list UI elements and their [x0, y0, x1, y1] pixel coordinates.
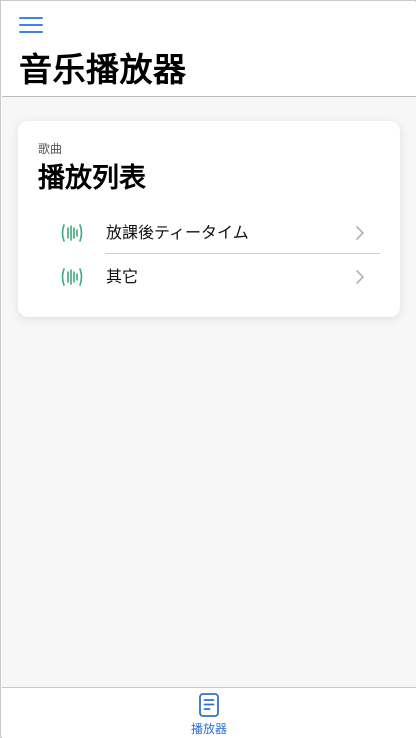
- chevron-right-icon: [356, 270, 364, 284]
- audio-waveform-icon: [61, 268, 83, 286]
- app-frame: 音乐播放器 歌曲 播放列表 放課後ティータイム 其它 播放器: [0, 0, 416, 738]
- audio-waveform-icon: [61, 224, 83, 242]
- card-title: 播放列表: [38, 163, 146, 194]
- playlist-item-label: 其它: [106, 267, 139, 286]
- document-icon: [199, 693, 219, 717]
- playlist-item[interactable]: 放課後ティータイム: [18, 211, 400, 255]
- page-title: 音乐播放器: [19, 50, 187, 89]
- tab-bar: 播放器: [2, 687, 416, 738]
- main-content: 歌曲 播放列表 放課後ティータイム 其它: [2, 97, 416, 687]
- header: 音乐播放器: [2, 2, 416, 97]
- card-overline: 歌曲: [38, 142, 63, 156]
- tab-label: 播放器: [190, 722, 227, 736]
- chevron-right-icon: [356, 226, 364, 240]
- playlist-item[interactable]: 其它: [18, 255, 400, 299]
- tab-player[interactable]: 播放器: [159, 688, 259, 738]
- playlist-item-label: 放課後ティータイム: [106, 223, 249, 242]
- hamburger-menu-icon[interactable]: [19, 16, 45, 34]
- playlist-card: 歌曲 播放列表 放課後ティータイム 其它: [18, 121, 400, 317]
- row-divider: [105, 253, 380, 254]
